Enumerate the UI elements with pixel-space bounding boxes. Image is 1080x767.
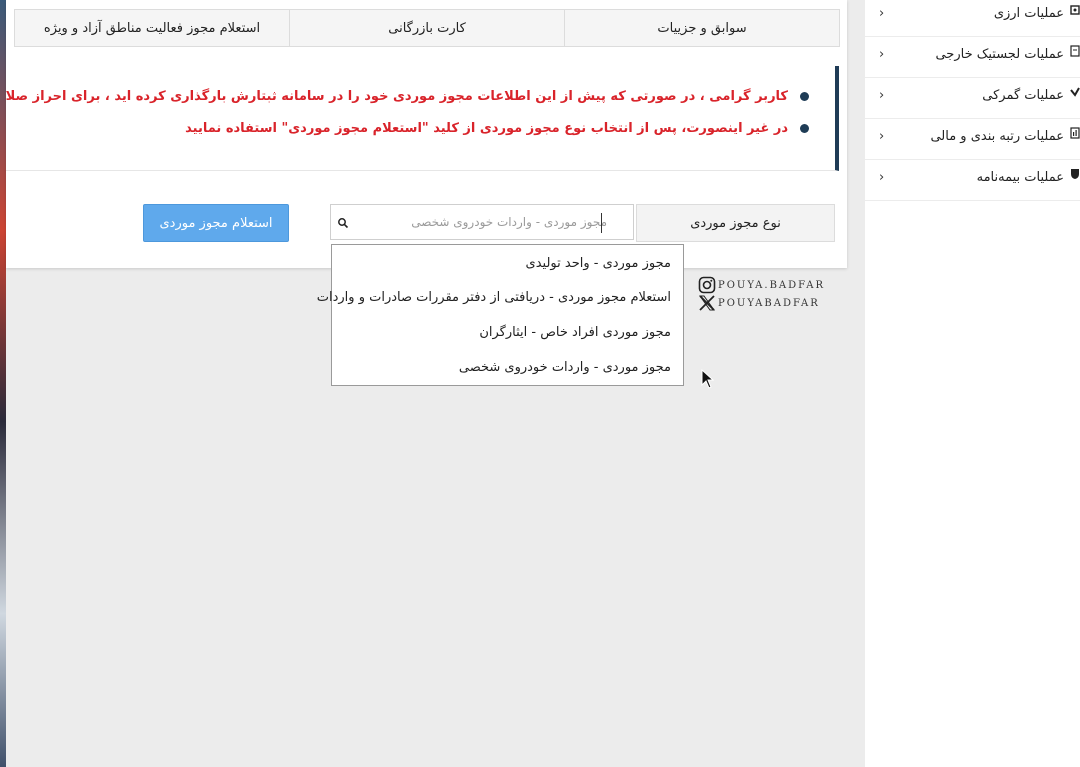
sidebar-item-label: عملیات لجستیک خارجی [935,47,1064,62]
x-handle: POUYABADFAR [718,297,820,309]
notice-text-2: در غیر اینصورت، پس از انتخاب نوع مجوز مو… [185,121,788,136]
chevron-right-icon: › [879,88,885,103]
currency-icon [1070,5,1080,15]
sidebar-item-logistics[interactable]: عملیات لجستیک خارجی › [865,37,1080,78]
sidebar-item-currency[interactable]: عملیات ارزی › [865,0,1080,37]
sidebar-item-customs[interactable]: عملیات گمرکی › [865,78,1080,119]
chevron-right-icon: › [879,170,885,185]
license-type-select[interactable]: مجوز موردی - واردات خودروی شخصی [330,204,634,240]
mouse-cursor-icon [701,369,715,389]
text-caret [601,213,602,233]
sidebar-item-rating-finance[interactable]: عملیات رتبه بندی و مالی › [865,119,1080,160]
license-type-value: مجوز موردی - واردات خودروی شخصی [411,215,607,229]
dropdown-option-production-unit[interactable]: مجوز موردی - واحد تولیدی [526,256,671,271]
license-type-dropdown: مجوز موردی - واحد تولیدی استعلام مجوز مو… [317,244,684,386]
notice-line-2: در غیر اینصورت، پس از انتخاب نوع مجوز مو… [185,121,809,136]
tab-bar: سوابق و جزییات کارت بازرگانی استعلام مجو… [14,9,840,47]
sidebar-item-label: عملیات ارزی [993,6,1064,21]
logistics-icon [1070,45,1080,57]
shield-icon [1071,169,1079,179]
bullet-icon [800,92,809,101]
sidebar: عملیات ارزی › عملیات لجستیک خارجی › عملی… [865,0,1080,767]
notice-line-1: کاربر گرامی ، در صورتی که پیش از این اطل… [6,89,809,104]
tab-free-zone-inquiry[interactable]: استعلام مجوز فعالیت مناطق آزاد و ویژه [14,9,289,47]
search-icon [338,218,349,229]
chevron-right-icon: › [879,129,885,144]
notice-box: کاربر گرامی ، در صورتی که پیش از این اطل… [6,66,839,171]
instagram-handle: POUYA.BADFAR [718,279,825,291]
customs-icon [1070,87,1080,97]
tab-history-details[interactable]: سوابق و جزییات [564,9,840,47]
sidebar-item-insurance[interactable]: عملیات بیمه‌نامه › [865,160,1080,201]
chart-icon [1070,127,1080,139]
dropdown-option-veterans[interactable]: مجوز موردی افراد خاص - ایثارگران [479,325,671,340]
sidebar-item-label: عملیات بیمه‌نامه [976,170,1064,185]
bullet-icon [800,124,809,133]
notice-text-1: کاربر گرامی ، در صورتی که پیش از این اطل… [6,89,788,104]
dropdown-option-export-import-office[interactable]: استعلام مجوز موردی - دریافتی از دفتر مقر… [317,290,671,305]
chevron-right-icon: › [879,47,885,62]
x-watermark: POUYABADFAR [698,294,820,312]
sidebar-item-label: عملیات رتبه بندی و مالی [930,129,1064,144]
instagram-watermark: POUYA.BADFAR [698,276,825,294]
tab-commerce-card[interactable]: کارت بازرگانی [289,9,564,47]
instagram-icon [698,276,716,294]
license-inquiry-button[interactable]: استعلام مجوز موردی [143,204,289,242]
chevron-right-icon: › [879,6,885,21]
sidebar-item-label: عملیات گمرکی [982,88,1064,103]
x-logo-icon [699,295,715,311]
license-type-label: نوع مجوز موردی [636,204,835,242]
dropdown-option-personal-car-import[interactable]: مجوز موردی - واردات خودروی شخصی [459,360,671,375]
license-card: سوابق و جزییات کارت بازرگانی استعلام مجو… [6,0,847,268]
